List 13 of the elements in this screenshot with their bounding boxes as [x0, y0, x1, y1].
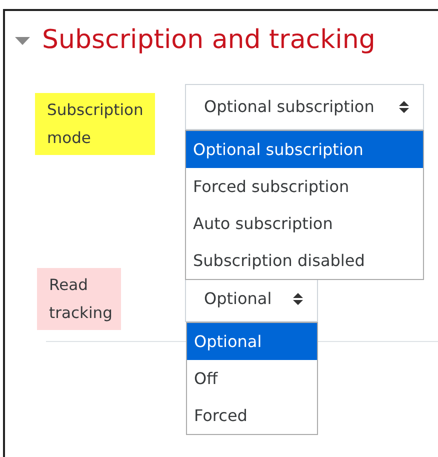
dropdown-option[interactable]: Forced subscription	[186, 168, 423, 206]
collapse-icon[interactable]	[15, 36, 30, 46]
section-title: Subscription and tracking	[42, 25, 376, 56]
field-label: Read tracking	[37, 268, 121, 330]
select-field[interactable]: Optional subscription	[185, 84, 424, 130]
dropdown-option[interactable]: Off	[187, 360, 317, 398]
dropdown-option[interactable]: Optional	[187, 323, 317, 360]
dropdown-option[interactable]: Auto subscription	[186, 205, 423, 242]
sort-icon	[399, 101, 409, 114]
sort-icon	[293, 293, 303, 306]
dropdown-option[interactable]: Optional subscription	[186, 131, 423, 168]
dropdown-option[interactable]: Forced	[187, 397, 317, 434]
field-label: Subscription mode	[35, 93, 155, 156]
